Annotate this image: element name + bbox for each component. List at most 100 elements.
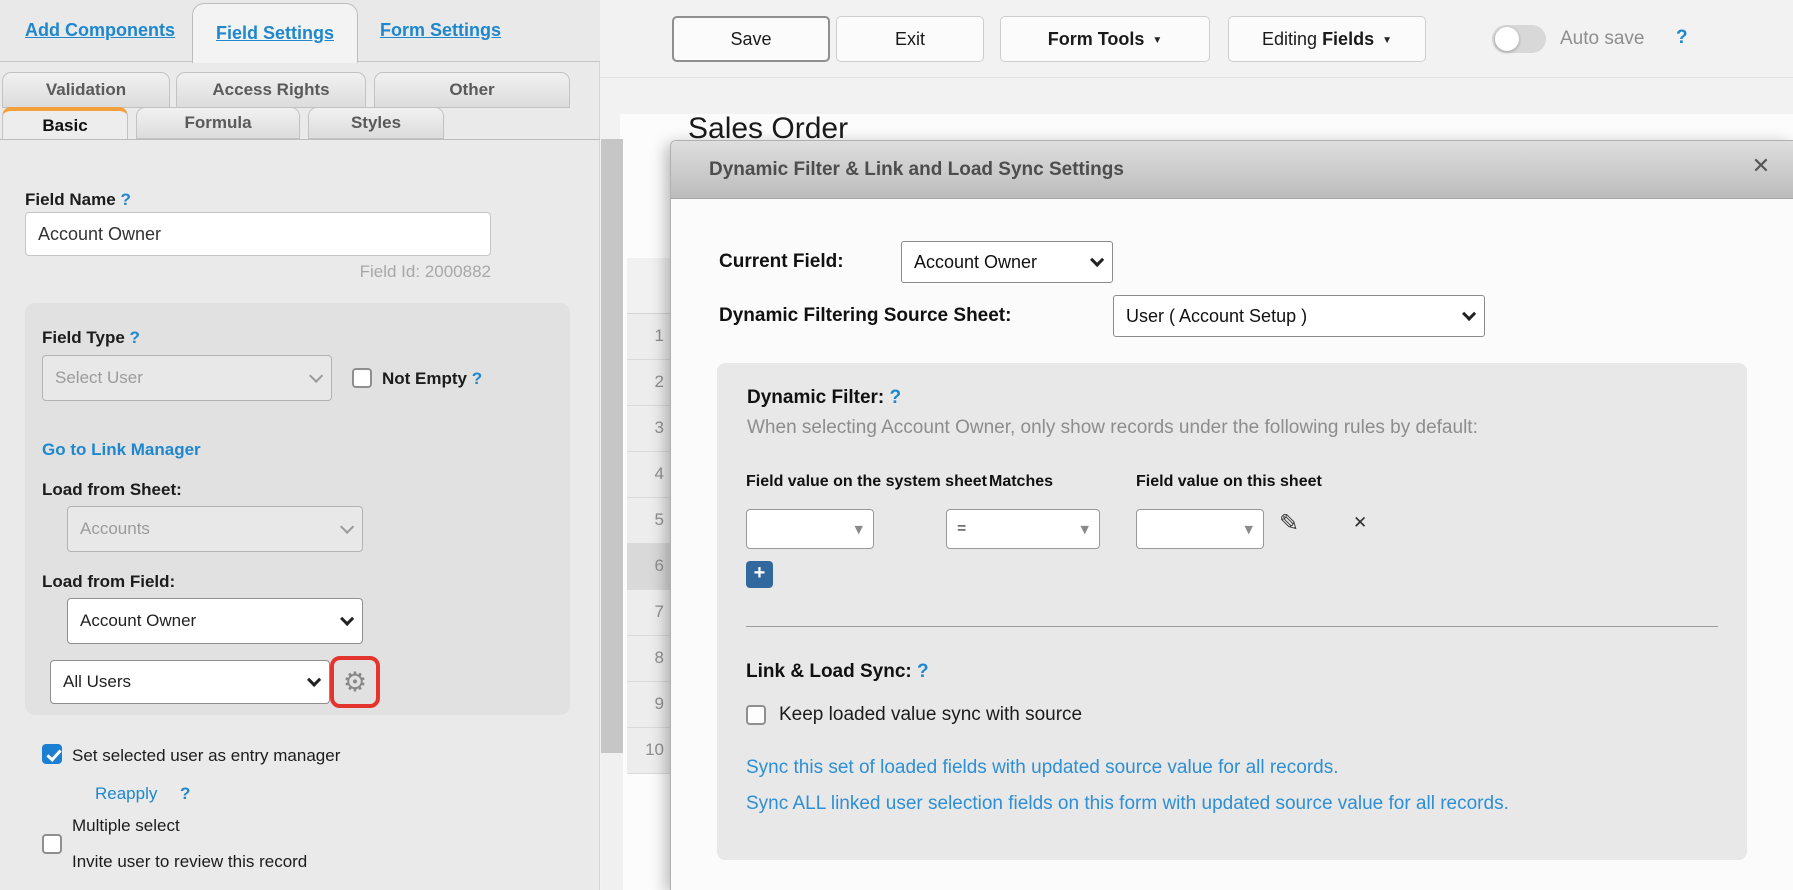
- chevron-down-icon: [309, 369, 323, 383]
- section-divider: [746, 626, 1718, 627]
- delete-rule-icon[interactable]: ✕: [1353, 515, 1367, 532]
- current-field-label: Current Field:: [719, 241, 844, 283]
- sheet-row-header[interactable]: 1: [627, 314, 670, 360]
- chevron-down-icon: [340, 612, 354, 626]
- user-scope-settings-button[interactable]: ⚙: [330, 656, 380, 708]
- load-from-sheet-select[interactable]: Accounts: [67, 506, 363, 552]
- tab-formula[interactable]: Formula: [136, 107, 300, 139]
- tab-validation[interactable]: Validation: [2, 72, 170, 108]
- modal-title: Dynamic Filter & Link and Load Sync Sett…: [709, 141, 1124, 199]
- triangle-down-icon: ▼: [1081, 523, 1089, 536]
- gear-icon: ⚙: [343, 669, 367, 696]
- pencil-icon[interactable]: ✎: [1279, 511, 1299, 535]
- form-tools-label: Form Tools: [1048, 29, 1145, 49]
- not-empty-help-icon[interactable]: ?: [472, 369, 482, 388]
- this-field-select[interactable]: ▼: [1136, 509, 1264, 549]
- sheet-row-header[interactable]: 10: [627, 728, 670, 774]
- panel-scrollbar-thumb[interactable]: [601, 139, 623, 753]
- sheet-row-header[interactable]: 6: [627, 544, 670, 590]
- tab-access-rights[interactable]: Access Rights: [176, 72, 366, 108]
- current-field-select[interactable]: Account Owner: [901, 241, 1113, 283]
- sheet-row-header[interactable]: 9: [627, 682, 670, 728]
- tab-form-settings[interactable]: Form Settings: [380, 20, 501, 41]
- tab-field-settings[interactable]: Field Settings: [192, 3, 358, 63]
- entry-manager-checkbox[interactable]: [42, 744, 62, 764]
- filter-settings-box: Dynamic Filter: ? When selecting Account…: [717, 363, 1747, 860]
- save-button[interactable]: Save: [672, 16, 830, 62]
- field-name-label: Field Name ?: [25, 190, 131, 210]
- system-field-select[interactable]: ▼: [746, 509, 874, 549]
- field-type-label: Field Type ?: [42, 328, 140, 348]
- load-from-field-label: Load from Field:: [42, 572, 175, 592]
- tab-add-components[interactable]: Add Components: [25, 20, 175, 41]
- exit-button[interactable]: Exit: [836, 16, 984, 62]
- sheet-row-header[interactable]: 5: [627, 498, 670, 544]
- field-type-section: Field Type ? Select User Not Empty ? Go …: [25, 303, 570, 715]
- app-window: Sales Order 12345678910 Save Exit Form T…: [0, 0, 1793, 890]
- sheet-row-header[interactable]: 8: [627, 636, 670, 682]
- column-header-system-sheet: Field value on the system sheet: [746, 473, 987, 491]
- chevron-down-icon: [340, 520, 354, 534]
- add-rule-button[interactable]: +: [746, 561, 773, 588]
- modal-header[interactable]: Dynamic Filter & Link and Load Sync Sett…: [671, 141, 1793, 199]
- not-empty-label: Not Empty ?: [382, 369, 482, 389]
- multiple-select-label: Multiple select: [72, 816, 180, 836]
- triangle-down-icon: ▼: [1245, 523, 1253, 536]
- sheet-row-header[interactable]: 4: [627, 452, 670, 498]
- field-type-help-icon[interactable]: ?: [130, 328, 140, 347]
- top-toolbar: Save Exit Form Tools ▼ Editing Fields ▼ Au…: [600, 0, 1793, 78]
- link-load-sync-help-icon[interactable]: ?: [917, 661, 929, 682]
- field-name-input[interactable]: [25, 212, 491, 256]
- load-from-sheet-label: Load from Sheet:: [42, 480, 182, 500]
- tab-divider: [0, 139, 600, 140]
- editing-prefix: Editing: [1262, 29, 1317, 49]
- triangle-down-icon: ▼: [855, 523, 863, 536]
- field-name-help-icon[interactable]: ?: [120, 190, 130, 209]
- close-icon[interactable]: ✕: [1747, 154, 1775, 184]
- tab-other[interactable]: Other: [374, 72, 570, 108]
- reapply-link[interactable]: Reapply: [95, 784, 157, 804]
- dynamic-filter-modal: Dynamic Filter & Link and Load Sync Sett…: [670, 140, 1793, 890]
- sheet-row-header[interactable]: 2: [627, 360, 670, 406]
- operator-select[interactable]: = ▼: [946, 509, 1100, 549]
- editing-mode-label: Fields: [1322, 29, 1374, 49]
- field-id-text: Field Id: 2000882: [25, 262, 491, 282]
- auto-save-toggle[interactable]: [1492, 25, 1546, 53]
- dynamic-filter-title: Dynamic Filter: ?: [747, 387, 901, 409]
- toggle-knob: [1495, 27, 1519, 51]
- keep-sync-checkbox[interactable]: [746, 705, 766, 725]
- reapply-help-icon[interactable]: ?: [180, 784, 190, 804]
- invite-review-label: Invite user to review this record: [72, 852, 307, 872]
- caret-down-icon: ▼: [1152, 35, 1162, 46]
- auto-save-help-icon[interactable]: ?: [1676, 27, 1688, 49]
- field-settings-panel: Add Components Field Settings Form Setti…: [0, 0, 600, 890]
- sync-set-link[interactable]: Sync this set of loaded fields with upda…: [746, 757, 1339, 779]
- sheet-row-header[interactable]: 3: [627, 406, 670, 452]
- multiple-select-checkbox[interactable]: [42, 834, 62, 854]
- sheet-corner-cell: [627, 258, 670, 314]
- user-scope-select[interactable]: All Users: [50, 660, 330, 704]
- tab-styles[interactable]: Styles: [308, 107, 444, 139]
- form-tools-button[interactable]: Form Tools ▼: [1000, 16, 1210, 62]
- dynamic-filter-description: When selecting Account Owner, only show …: [747, 417, 1478, 439]
- column-header-matches: Matches: [989, 473, 1053, 491]
- chevron-down-icon: [307, 673, 321, 687]
- panel-scrollbar-track: [601, 139, 623, 890]
- keep-sync-label: Keep loaded value sync with source: [779, 704, 1082, 726]
- sheet-row-header[interactable]: 7: [627, 590, 670, 636]
- field-type-select[interactable]: Select User: [42, 355, 332, 401]
- entry-manager-label: Set selected user as entry manager: [72, 746, 340, 766]
- chevron-down-icon: [1462, 307, 1476, 321]
- column-header-this-sheet: Field value on this sheet: [1136, 473, 1322, 491]
- not-empty-checkbox[interactable]: [352, 368, 372, 388]
- caret-down-icon: ▼: [1382, 35, 1392, 46]
- dynamic-filter-help-icon[interactable]: ?: [890, 387, 902, 408]
- source-sheet-select[interactable]: User ( Account Setup ): [1113, 295, 1485, 337]
- sync-all-link[interactable]: Sync ALL linked user selection fields on…: [746, 793, 1509, 815]
- editing-mode-button[interactable]: Editing Fields ▼: [1228, 16, 1426, 62]
- load-from-field-select[interactable]: Account Owner: [67, 598, 363, 644]
- chevron-down-icon: [1090, 253, 1104, 267]
- tab-basic[interactable]: Basic: [2, 107, 128, 139]
- go-to-link-manager-link[interactable]: Go to Link Manager: [42, 440, 201, 460]
- auto-save-label: Auto save: [1560, 28, 1645, 50]
